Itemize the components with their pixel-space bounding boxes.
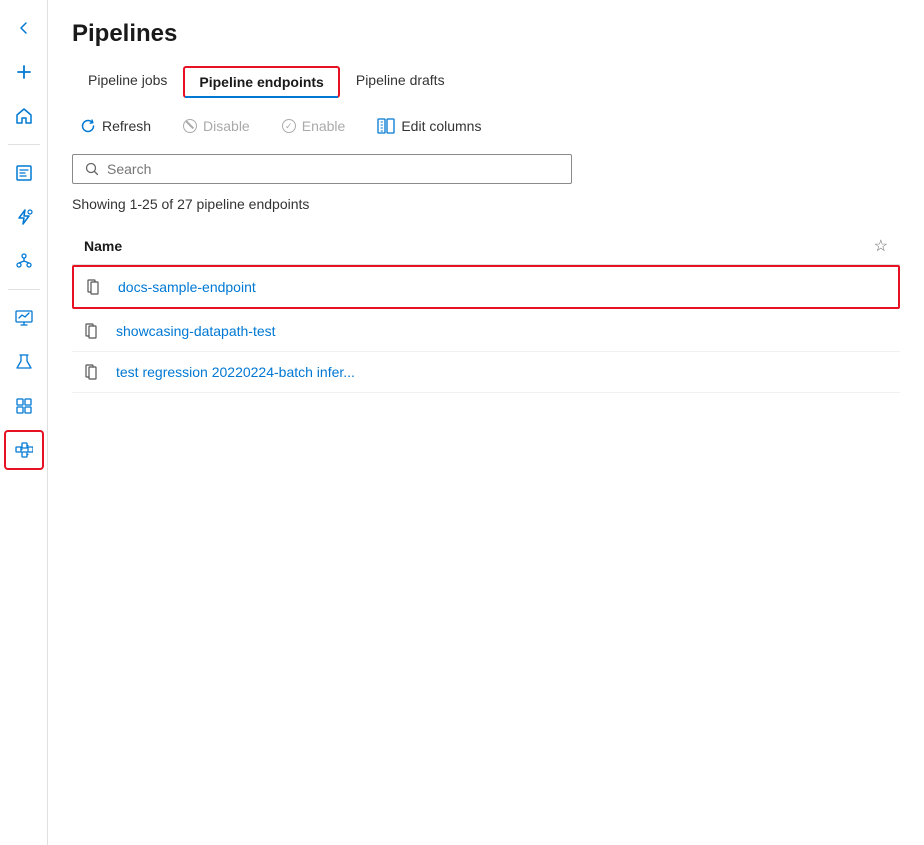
- jobs-icon: [15, 164, 33, 182]
- sidebar-item-datasets[interactable]: [4, 386, 44, 426]
- table-row[interactable]: showcasing-datapath-test: [72, 311, 900, 352]
- column-name-header: Name: [84, 238, 866, 254]
- sidebar-divider-2: [8, 289, 40, 290]
- back-icon: [16, 20, 32, 36]
- monitoring-icon: [15, 309, 33, 327]
- sidebar-item-triggers[interactable]: [4, 197, 44, 237]
- sidebar-item-add[interactable]: [4, 52, 44, 92]
- count-text: Showing 1-25 of 27 pipeline endpoints: [72, 196, 900, 212]
- main-content: Pipelines Pipeline jobs Pipeline endpoin…: [48, 0, 924, 845]
- home-icon: [15, 107, 33, 125]
- sidebar-item-topology[interactable]: [4, 241, 44, 281]
- enable-icon: ✓: [282, 119, 296, 133]
- tabs-container: Pipeline jobs Pipeline endpoints Pipelin…: [72, 64, 900, 98]
- table-container: Name ☆ docs-sample-endpoint showcasing-d…: [72, 228, 900, 825]
- disable-icon: [183, 119, 197, 133]
- triggers-icon: [15, 208, 33, 226]
- table-header: Name ☆: [72, 228, 900, 265]
- search-container: [72, 154, 900, 184]
- refresh-icon: [80, 118, 96, 134]
- sidebar-item-jobs[interactable]: [4, 153, 44, 193]
- search-icon: [85, 162, 99, 176]
- edit-columns-icon: [377, 118, 395, 134]
- sidebar-item-pipelines[interactable]: [4, 430, 44, 470]
- tab-pipeline-endpoints[interactable]: Pipeline endpoints: [183, 66, 339, 98]
- endpoint-icon: [84, 362, 104, 382]
- topology-icon: [15, 252, 33, 270]
- search-box[interactable]: [72, 154, 572, 184]
- endpoint-icon: [86, 277, 106, 297]
- tab-pipeline-jobs[interactable]: Pipeline jobs: [72, 64, 183, 98]
- add-icon: [15, 63, 33, 81]
- table-row[interactable]: test regression 20220224-batch infer...: [72, 352, 900, 393]
- endpoint-link[interactable]: test regression 20220224-batch infer...: [116, 364, 888, 380]
- page-title: Pipelines: [72, 20, 900, 48]
- enable-button[interactable]: ✓ Enable: [274, 114, 354, 138]
- table-row[interactable]: docs-sample-endpoint: [72, 265, 900, 309]
- datasets-icon: [15, 397, 33, 415]
- sidebar-item-back[interactable]: [4, 8, 44, 48]
- experiments-icon: [15, 353, 33, 371]
- sidebar-item-experiments[interactable]: [4, 342, 44, 382]
- sidebar: [0, 0, 48, 845]
- sidebar-item-home[interactable]: [4, 96, 44, 136]
- search-input[interactable]: [107, 161, 559, 177]
- sidebar-item-monitoring[interactable]: [4, 298, 44, 338]
- disable-button[interactable]: Disable: [175, 114, 258, 138]
- refresh-button[interactable]: Refresh: [72, 114, 159, 138]
- endpoint-icon: [84, 321, 104, 341]
- tab-pipeline-drafts[interactable]: Pipeline drafts: [340, 64, 461, 98]
- star-column-header[interactable]: ☆: [874, 236, 888, 256]
- edit-columns-button[interactable]: Edit columns: [369, 114, 489, 138]
- endpoint-link[interactable]: showcasing-datapath-test: [116, 323, 888, 339]
- pipelines-icon: [15, 441, 33, 459]
- sidebar-divider-1: [8, 144, 40, 145]
- active-tab-underline: [185, 96, 337, 98]
- endpoint-link[interactable]: docs-sample-endpoint: [118, 279, 886, 295]
- toolbar: Refresh Disable ✓ Enable Edit columns: [72, 114, 900, 138]
